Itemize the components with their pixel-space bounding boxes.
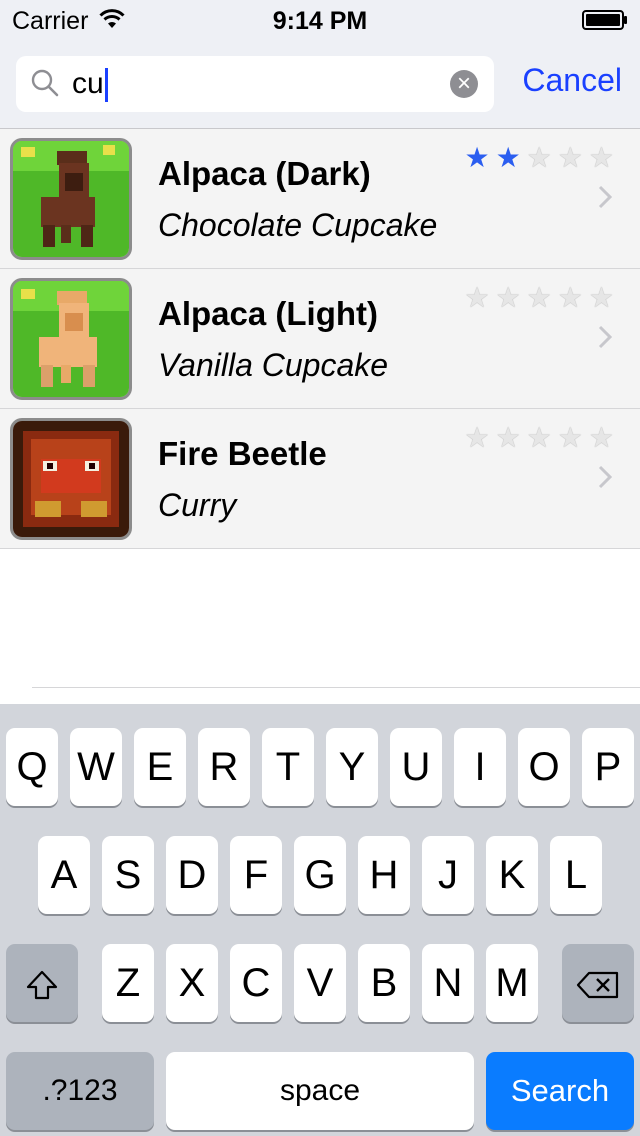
numbers-key[interactable]: .?123 [6, 1052, 154, 1130]
list-item[interactable]: Alpaca (Light) Vanilla Cupcake ★★★★★ [0, 269, 640, 409]
row-divider [32, 687, 640, 688]
list-item[interactable]: Fire Beetle Curry ★★★★★ [0, 409, 640, 549]
backspace-icon [576, 972, 619, 999]
key-p[interactable]: P [582, 728, 634, 806]
star-empty-icon: ★ [557, 422, 589, 453]
battery-icon [582, 10, 627, 30]
key-g[interactable]: G [294, 836, 346, 914]
item-subtitle: Chocolate Cupcake [158, 207, 438, 243]
space-key[interactable]: space [166, 1052, 474, 1130]
key-i[interactable]: I [454, 728, 506, 806]
star-empty-icon: ★ [526, 142, 558, 173]
delete-key[interactable] [562, 944, 634, 1022]
key-k[interactable]: K [486, 836, 538, 914]
key-x[interactable]: X [166, 944, 218, 1022]
search-input[interactable]: cu × [16, 56, 494, 112]
cancel-button[interactable]: Cancel [522, 62, 622, 99]
key-q[interactable]: Q [6, 728, 58, 806]
item-title: Fire Beetle [158, 435, 327, 472]
star-empty-icon: ★ [526, 282, 558, 313]
star-empty-icon: ★ [557, 282, 589, 313]
chevron-right-icon [598, 465, 612, 489]
search-icon [31, 69, 59, 97]
key-d[interactable]: D [166, 836, 218, 914]
fire-beetle-thumbnail [10, 418, 132, 540]
key-u[interactable]: U [390, 728, 442, 806]
key-n[interactable]: N [422, 944, 474, 1022]
shift-icon [26, 971, 58, 1000]
text-caret [104, 68, 108, 103]
key-j[interactable]: J [422, 836, 474, 914]
rating-stars: ★★★★★ [464, 141, 620, 174]
star-empty-icon: ★ [495, 282, 527, 313]
key-f[interactable]: F [230, 836, 282, 914]
star-filled-icon: ★ [495, 142, 527, 173]
status-bar: Carrier 9:14 PM [0, 0, 640, 40]
key-l[interactable]: L [550, 836, 602, 914]
item-title: Alpaca (Dark) [158, 155, 371, 192]
keyboard: Q W E R T Y U I O P A S D F G H J K L Z … [0, 704, 640, 1136]
clock: 9:14 PM [272, 7, 368, 35]
key-a[interactable]: A [38, 836, 90, 914]
alpaca-light-thumbnail [10, 278, 132, 400]
shift-key[interactable] [6, 944, 78, 1022]
key-v[interactable]: V [294, 944, 346, 1022]
star-empty-icon: ★ [588, 282, 620, 313]
item-subtitle: Vanilla Cupcake [158, 347, 389, 383]
item-subtitle: Curry [158, 487, 237, 523]
star-empty-icon: ★ [588, 142, 620, 173]
star-empty-icon: ★ [464, 422, 496, 453]
key-o[interactable]: O [518, 728, 570, 806]
key-b[interactable]: B [358, 944, 410, 1022]
chevron-right-icon [598, 185, 612, 209]
star-filled-icon: ★ [464, 142, 496, 173]
rating-stars: ★★★★★ [464, 421, 620, 454]
key-c[interactable]: C [230, 944, 282, 1022]
key-e[interactable]: E [134, 728, 186, 806]
search-bar: cu × Cancel [0, 40, 640, 129]
star-empty-icon: ★ [588, 422, 620, 453]
item-title: Alpaca (Light) [158, 295, 378, 332]
star-empty-icon: ★ [464, 282, 496, 313]
search-query-text: cu [72, 67, 104, 100]
alpaca-dark-thumbnail [10, 138, 132, 260]
star-empty-icon: ★ [526, 422, 558, 453]
rating-stars: ★★★★★ [464, 281, 620, 314]
key-m[interactable]: M [486, 944, 538, 1022]
key-y[interactable]: Y [326, 728, 378, 806]
star-empty-icon: ★ [557, 142, 589, 173]
list-item[interactable]: Alpaca (Dark) Chocolate Cupcake ★★★★★ [0, 129, 640, 269]
star-empty-icon: ★ [495, 422, 527, 453]
search-key[interactable]: Search [486, 1052, 634, 1130]
key-w[interactable]: W [70, 728, 122, 806]
chevron-right-icon [598, 325, 612, 349]
key-t[interactable]: T [262, 728, 314, 806]
clear-icon[interactable]: × [450, 70, 478, 98]
key-z[interactable]: Z [102, 944, 154, 1022]
key-r[interactable]: R [198, 728, 250, 806]
key-s[interactable]: S [102, 836, 154, 914]
results-list: Alpaca (Dark) Chocolate Cupcake ★★★★★ Al… [0, 129, 640, 549]
key-h[interactable]: H [358, 836, 410, 914]
